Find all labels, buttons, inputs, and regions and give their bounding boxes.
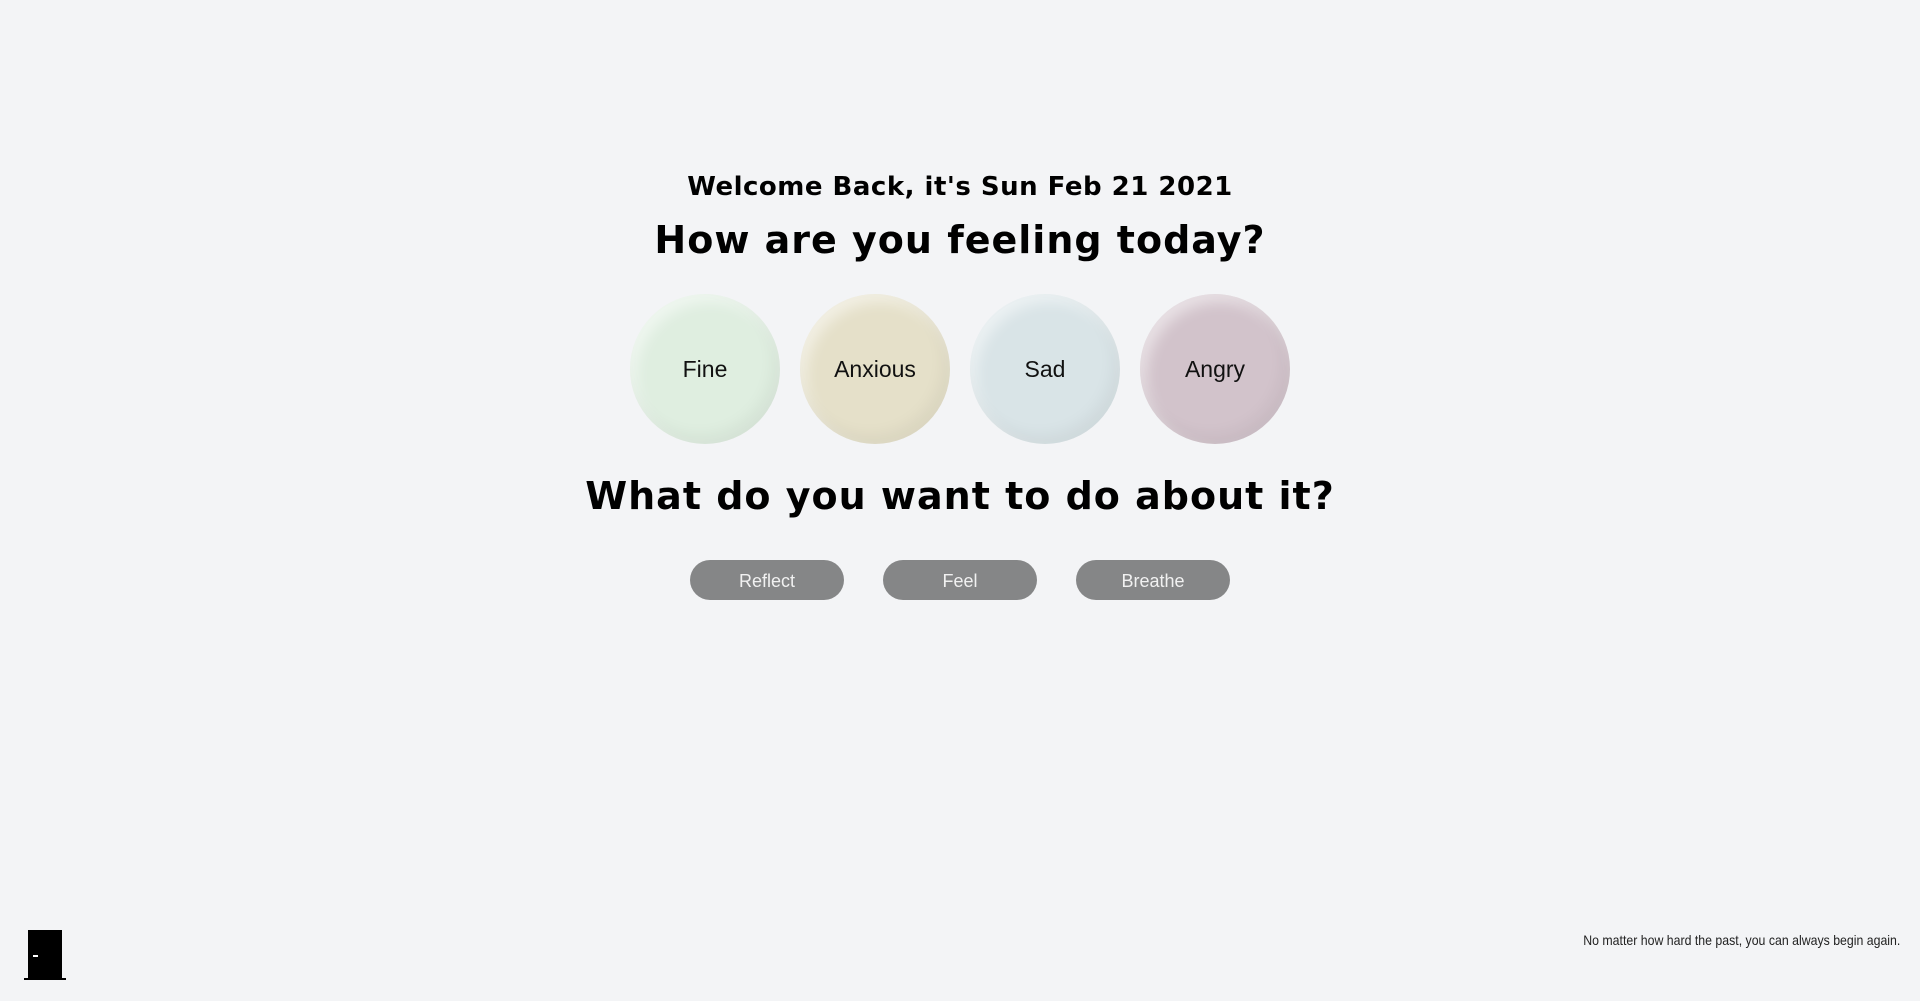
mood-sad-button[interactable]: Sad xyxy=(970,294,1120,444)
greeting-heading: Welcome Back, it's Sun Feb 21 2021 xyxy=(687,172,1233,202)
mood-label: Sad xyxy=(1024,355,1066,382)
mood-fine-button[interactable]: Fine xyxy=(630,294,780,444)
door-icon[interactable] xyxy=(24,930,66,980)
breathe-button[interactable]: Breathe xyxy=(1076,560,1230,600)
mood-options: Fine Anxious Sad Angry xyxy=(630,294,1290,444)
page: Welcome Back, it's Sun Feb 21 2021 How a… xyxy=(0,0,1920,1001)
feeling-question: How are you feeling today? xyxy=(654,218,1266,262)
mood-label: Angry xyxy=(1184,355,1246,382)
footer-quote: No matter how hard the past, you can alw… xyxy=(1582,932,1900,948)
action-options: Reflect Feel Breathe xyxy=(690,560,1230,600)
door-handle xyxy=(33,955,38,957)
mood-angry-button[interactable]: Angry xyxy=(1140,294,1290,444)
mood-anxious-button[interactable]: Anxious xyxy=(800,294,950,444)
action-question: What do you want to do about it? xyxy=(585,474,1335,518)
reflect-button[interactable]: Reflect xyxy=(690,560,844,600)
feel-button[interactable]: Feel xyxy=(883,560,1037,600)
mood-label: Anxious xyxy=(834,355,916,382)
mood-label: Fine xyxy=(682,355,728,382)
door-base xyxy=(24,978,66,980)
door-panel xyxy=(28,930,62,978)
